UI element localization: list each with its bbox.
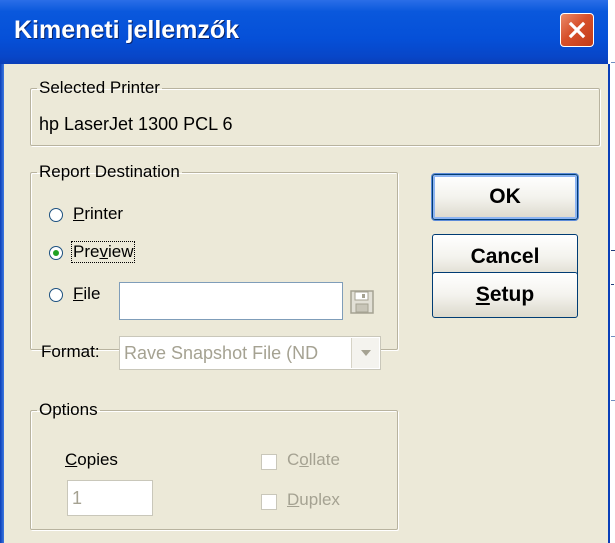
collate-checkbox[interactable] (261, 454, 277, 470)
title-bar[interactable]: Kimeneti jellemzők (0, 0, 608, 64)
save-icon (350, 290, 374, 314)
options-label: Options (39, 400, 98, 419)
options-group: Options Copies 1 Collate Duplex (30, 400, 398, 530)
copies-label: Copies (65, 450, 118, 469)
copies-value: 1 (72, 488, 83, 508)
background-line (611, 284, 614, 285)
close-icon (568, 21, 586, 39)
window-border (0, 64, 4, 543)
format-select-value: Rave Snapshot File (ND (124, 343, 319, 363)
collate-label: Collate (287, 450, 340, 469)
file-path-input[interactable] (119, 282, 343, 320)
selected-printer-group: Selected Printer hp LaserJet 1300 PCL 6 (30, 78, 600, 146)
report-destination-label: Report Destination (39, 162, 180, 181)
printer-name: hp LaserJet 1300 PCL 6 (39, 114, 233, 134)
background-line (611, 336, 615, 337)
report-destination-group: Report Destination Printer Preview File … (30, 162, 398, 370)
radio-file-circle[interactable] (49, 288, 63, 302)
duplex-checkbox[interactable] (261, 494, 277, 510)
window-edge-line (608, 64, 610, 543)
radio-selected-dot (53, 250, 59, 256)
radio-preview-circle[interactable] (49, 246, 63, 260)
window-title: Kimeneti jellemzők (14, 16, 240, 44)
background-line (611, 250, 615, 251)
browse-file-button[interactable] (349, 289, 375, 315)
close-button[interactable] (560, 13, 594, 47)
ok-button[interactable]: OK (432, 174, 578, 220)
copies-input[interactable]: 1 (67, 480, 153, 516)
radio-printer-label: Printer (73, 204, 124, 223)
radio-preview-label: Preview (70, 241, 136, 263)
dropdown-arrow-icon (361, 350, 371, 356)
format-dropdown-button[interactable] (351, 338, 379, 368)
setup-button[interactable]: Setup (432, 272, 578, 318)
background-line (611, 400, 615, 401)
selected-printer-label: Selected Printer (39, 78, 160, 97)
duplex-label: Duplex (287, 490, 340, 509)
radio-file-label: File (73, 284, 101, 303)
radio-printer-circle[interactable] (49, 208, 63, 222)
print-dialog: Kimeneti jellemzők Selected Printer hp L… (0, 0, 608, 543)
format-select[interactable]: Rave Snapshot File (ND (119, 336, 381, 370)
background-line (611, 62, 615, 63)
format-label: Format: (41, 342, 100, 361)
background-window-edge (608, 0, 615, 543)
